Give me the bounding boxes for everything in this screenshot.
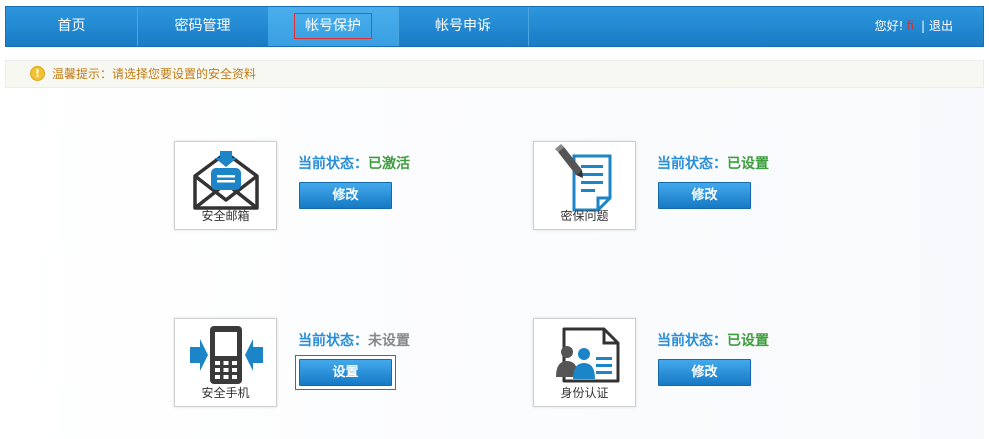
security-question-tile[interactable]: 密保问题: [533, 141, 636, 230]
security-email-caption: 安全邮箱: [201, 209, 250, 223]
security-email-modify-button[interactable]: 修改: [299, 182, 392, 209]
status-value: 已设置: [727, 156, 769, 172]
user-area: 您好! fi | 退出: [875, 7, 953, 46]
status-value: 已设置: [727, 333, 769, 349]
logout-link[interactable]: 退出: [929, 19, 953, 33]
tab-password-management[interactable]: 密码管理: [137, 7, 269, 46]
status-value: 已激活: [368, 156, 410, 172]
document-pen-icon: [555, 144, 612, 212]
identity-verification-modify-button[interactable]: 修改: [658, 359, 751, 386]
tab-home-label: 首页: [57, 18, 86, 34]
warning-icon: !: [30, 66, 45, 81]
status-key: 当前状态：: [657, 156, 727, 172]
tab-account-appeal[interactable]: 帐号申诉: [398, 7, 529, 46]
status-key: 当前状态：: [298, 156, 368, 172]
identity-verification-tile[interactable]: 身份认证: [533, 318, 636, 407]
security-phone-tile[interactable]: 安全手机: [174, 318, 277, 407]
id-card-icon: [556, 327, 620, 383]
security-phone-status: 当前状态：未设置: [298, 330, 410, 350]
security-phone-caption: 安全手机: [201, 386, 250, 400]
security-phone-set-button[interactable]: 设置: [299, 359, 392, 386]
mobile-phone-icon: [190, 326, 263, 384]
tip-text: 温馨提示：请选择您要设置的安全资料: [52, 67, 257, 81]
security-email-status: 当前状态：已激活: [298, 153, 410, 173]
status-value: 未设置: [368, 333, 410, 349]
security-question-status: 当前状态：已设置: [657, 153, 769, 173]
security-question-caption: 密保问题: [560, 209, 609, 223]
tab-account-appeal-label: 帐号申诉: [435, 18, 491, 34]
status-key: 当前状态：: [298, 333, 368, 349]
tab-account-protection[interactable]: 帐号保护: [268, 7, 399, 46]
tab-password-management-label: 密码管理: [174, 18, 231, 34]
greeting-text: 您好!: [874, 19, 904, 33]
tab-account-protection-label: 帐号保护: [294, 13, 372, 39]
status-key: 当前状态：: [657, 333, 727, 349]
tip-bar: ! 温馨提示：请选择您要设置的安全资料: [5, 60, 984, 88]
tab-home[interactable]: 首页: [6, 7, 138, 46]
separator: |: [920, 19, 925, 33]
security-email-tile[interactable]: 安全邮箱: [174, 141, 277, 230]
identity-verification-caption: 身份认证: [560, 386, 609, 400]
security-question-modify-button[interactable]: 修改: [658, 182, 751, 209]
identity-verification-status: 当前状态：已设置: [657, 330, 769, 350]
security-settings-panel: 安全邮箱 当前状态：已激活 修改 密保问题 当前状态：已设置 修改 安全手机 当…: [5, 88, 984, 439]
username-link[interactable]: fi: [906, 19, 914, 33]
top-nav-bar: 首页 密码管理 帐号保护 帐号申诉 您好! fi | 退出: [5, 6, 984, 47]
envelope-icon: [193, 151, 259, 210]
